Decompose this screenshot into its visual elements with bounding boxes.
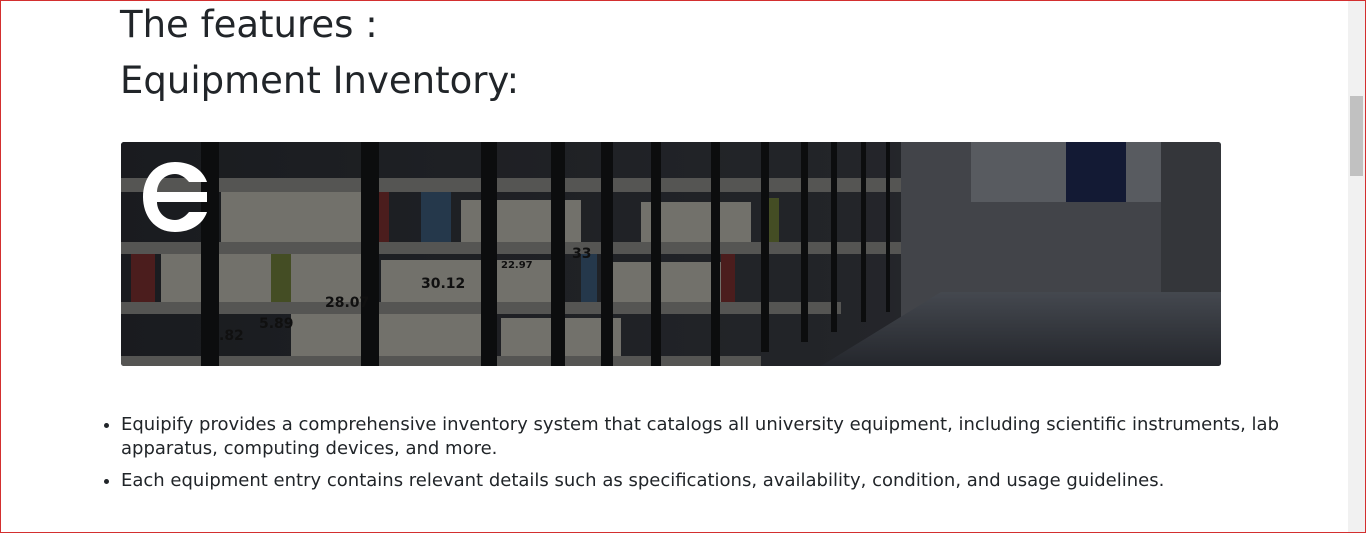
library-bookshelves-photo: 28.07 30.12 33 5.89 .82 22.97 bbox=[121, 142, 1221, 366]
scrollbar-thumb[interactable] bbox=[1350, 96, 1363, 176]
feature-item-details: Each equipment entry contains relevant d… bbox=[121, 469, 1301, 493]
feature-item-catalog: Equipify provides a comprehensive invent… bbox=[121, 413, 1301, 461]
features-heading: The features : bbox=[120, 3, 378, 46]
features-list: Equipify provides a comprehensive invent… bbox=[81, 413, 1301, 501]
inventory-banner: 28.07 30.12 33 5.89 .82 22.97 bbox=[121, 142, 1221, 366]
equipment-inventory-heading: Equipment Inventory: bbox=[120, 59, 520, 102]
vertical-scrollbar[interactable] bbox=[1348, 1, 1365, 532]
page: The features : Equipment Inventory: 28.0… bbox=[1, 1, 1349, 532]
equipify-logo-icon bbox=[143, 162, 207, 232]
